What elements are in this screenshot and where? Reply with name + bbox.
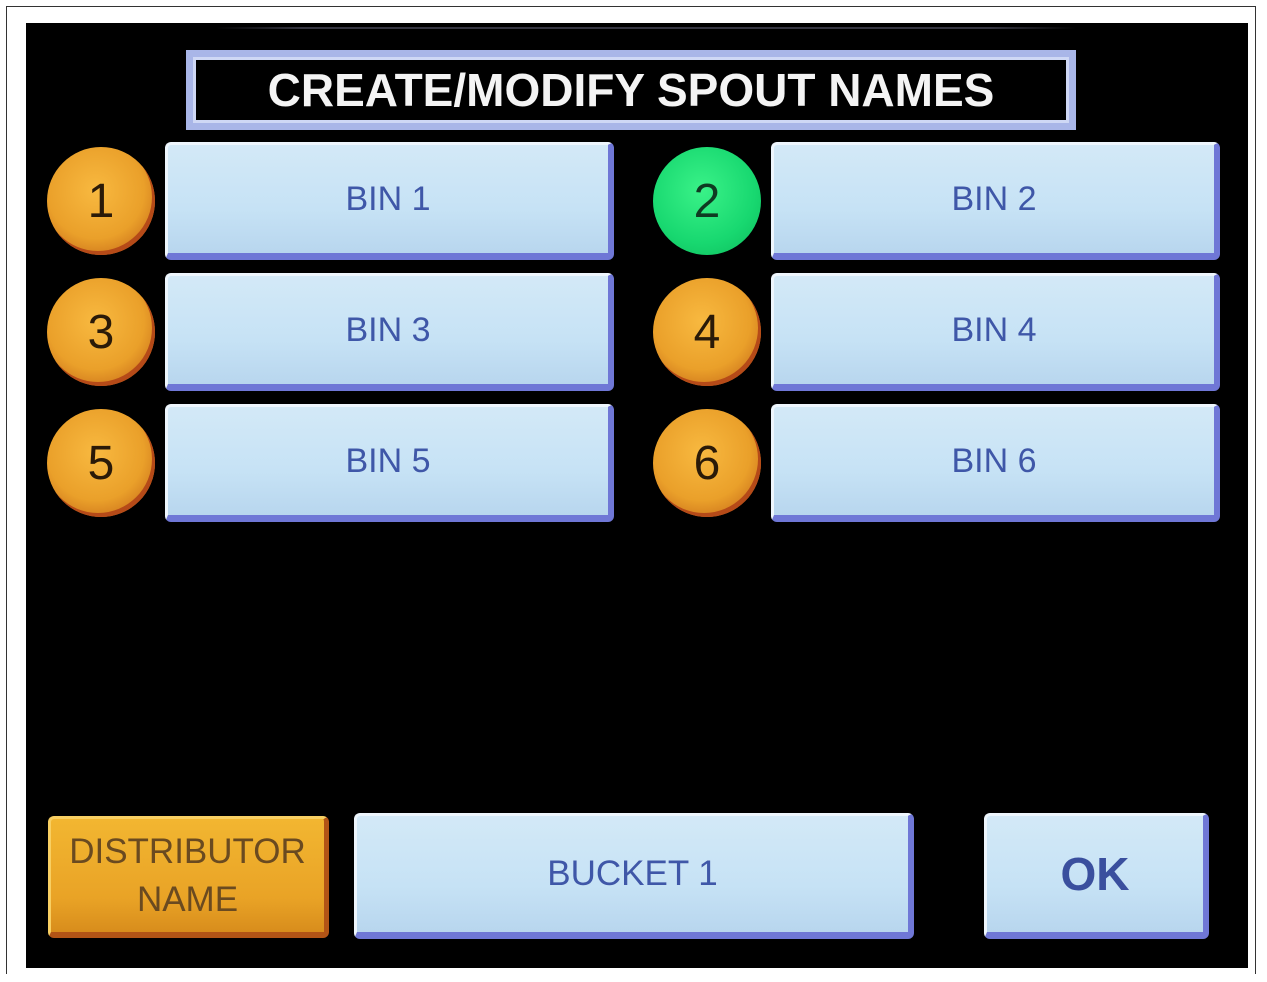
distributor-name-field[interactable]: BUCKET 1 — [354, 813, 914, 939]
spout-1-status-indicator: 1 — [47, 147, 155, 255]
hmi-screen: CREATE/MODIFY SPOUT NAMES 1 BIN 1 2 BIN … — [26, 23, 1248, 968]
spout-5-status-indicator: 5 — [47, 409, 155, 517]
title-banner: CREATE/MODIFY SPOUT NAMES — [186, 50, 1076, 130]
spout-6-name-button[interactable]: BIN 6 — [771, 404, 1220, 522]
spout-4-status-indicator: 4 — [653, 278, 761, 386]
distributor-label-line1: DISTRIBUTOR — [69, 831, 306, 871]
spout-6-status-indicator: 6 — [653, 409, 761, 517]
spout-4-name-button[interactable]: BIN 4 — [771, 273, 1220, 391]
spout-2-status-indicator: 2 — [653, 147, 761, 255]
spout-2-name-button[interactable]: BIN 2 — [771, 142, 1220, 260]
ok-button[interactable]: OK — [984, 813, 1209, 939]
page-title: CREATE/MODIFY SPOUT NAMES — [193, 57, 1069, 123]
spout-5-name-button[interactable]: BIN 5 — [165, 404, 614, 522]
distributor-name-button[interactable]: DISTRIBUTOR NAME — [48, 816, 329, 938]
distributor-label-line2: NAME — [136, 879, 239, 919]
spout-3-status-indicator: 3 — [47, 278, 155, 386]
top-divider — [216, 27, 1076, 29]
spout-1-name-button[interactable]: BIN 1 — [165, 142, 614, 260]
spout-3-name-button[interactable]: BIN 3 — [165, 273, 614, 391]
